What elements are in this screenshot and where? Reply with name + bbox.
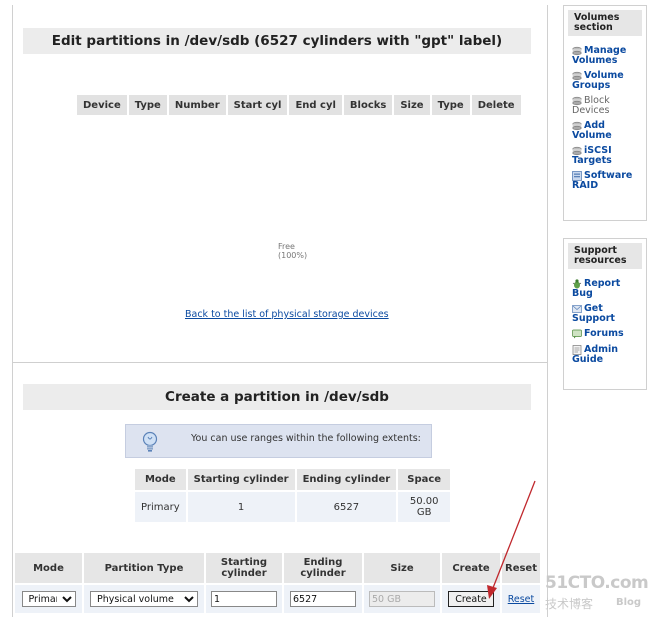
extents-space-value: 50.00 GB [398,492,451,522]
extents-mode-value: Primary [135,492,186,522]
form-row: Primary Physical volume Create Reset [15,585,540,613]
extents-end-value: 6527 [296,492,397,522]
free-space-label: Free (100%) [278,242,307,260]
lightbulb-icon [140,431,160,456]
partition-type-cell: Physical volume [84,585,204,613]
column-number: Number [168,95,226,115]
column-delete: Delete [471,95,521,115]
volumes-panel: Volumes section Manage Volumes Volume Gr… [563,5,647,221]
free-label: Free [278,242,295,251]
ending-cylinder-input[interactable] [290,591,356,607]
size-input [369,591,435,607]
form-col-size: Size [364,553,440,583]
partitions-table-header: Device Type Number Start cyl End cyl Blo… [77,95,521,115]
nav-software-raid[interactable]: Software RAID [572,171,642,191]
partition-type-select[interactable]: Physical volume [90,591,198,607]
section-divider [13,362,547,363]
mode-cell: Primary [15,585,82,613]
extents-col-space: Space [398,469,451,490]
free-percentage: (100%) [278,251,308,260]
extents-table: Mode Starting cylinder Ending cylinder S… [133,467,452,524]
column-size: Size [394,95,430,115]
column-type: Type [128,95,167,115]
column-device: Device [77,95,127,115]
nav-block-devices[interactable]: Block Devices [572,96,642,116]
column-end-cyl: End cyl [289,95,342,115]
extents-col-mode: Mode [135,469,186,490]
mode-select[interactable]: Primary [21,591,76,607]
starting-cylinder-input[interactable] [211,591,277,607]
nav-forums-label: Forums [584,328,624,339]
nav-manage-volumes[interactable]: Manage Volumes [572,46,642,66]
create-partition-title: Create a partition in /dev/sdb [23,384,531,410]
nav-report-bug[interactable]: Report Bug [572,279,642,299]
form-col-ending-cylinder: Ending cylinder [284,553,362,583]
support-panel-title: Support resources [568,243,642,269]
form-col-starting-cylinder: Starting cylinder [206,553,282,583]
info-text: You can use ranges within the following … [191,433,421,444]
support-panel: Support resources Report Bug Get Support… [563,238,647,390]
extents-row: Primary 1 6527 50.00 GB [135,492,451,522]
nav-forums[interactable]: Forums [572,329,642,339]
edit-partitions-title: Edit partitions in /dev/sdb (6527 cylind… [23,28,531,54]
form-col-mode: Mode [15,553,82,583]
partitions-table: Device Type Number Start cyl End cyl Blo… [75,93,523,117]
ending-cylinder-cell [284,585,362,613]
nav-admin-guide[interactable]: Admin Guide [572,345,642,365]
form-col-partition-type: Partition Type [84,553,204,583]
watermark-sub: 技术博客 [545,597,594,611]
starting-cylinder-cell [206,585,282,613]
watermark-blog: Blog [616,597,642,608]
create-partition-form: Mode Partition Type Starting cylinder End… [13,551,542,615]
form-header: Mode Partition Type Starting cylinder End… [15,553,540,583]
annotation-arrow [487,480,536,599]
back-to-devices-link[interactable]: Back to the list of physical storage dev… [185,309,389,320]
volumes-panel-title: Volumes section [568,10,642,36]
main-content: Edit partitions in /dev/sdb (6527 cylind… [12,5,548,617]
extents-header: Mode Starting cylinder Ending cylinder S… [135,469,451,490]
nav-iscsi-targets[interactable]: iSCSI Targets [572,146,642,166]
forums-icon [572,329,582,339]
extents-start-value: 1 [187,492,295,522]
extents-col-start: Starting cylinder [187,469,295,490]
column-blocks: Blocks [343,95,393,115]
watermark-logo: 51CTO.com 技术博客 Blog [545,573,649,613]
nav-add-volume[interactable]: Add Volume [572,121,642,141]
size-cell [364,585,440,613]
info-box: You can use ranges within the following … [125,424,432,458]
nav-get-support[interactable]: Get Support [572,304,642,324]
column-start-cyl: Start cyl [227,95,288,115]
nav-volume-groups[interactable]: Volume Groups [572,71,642,91]
watermark-brand: 51CTO.com [545,573,649,593]
column-fs-type: Type [431,95,470,115]
extents-col-end: Ending cylinder [296,469,397,490]
